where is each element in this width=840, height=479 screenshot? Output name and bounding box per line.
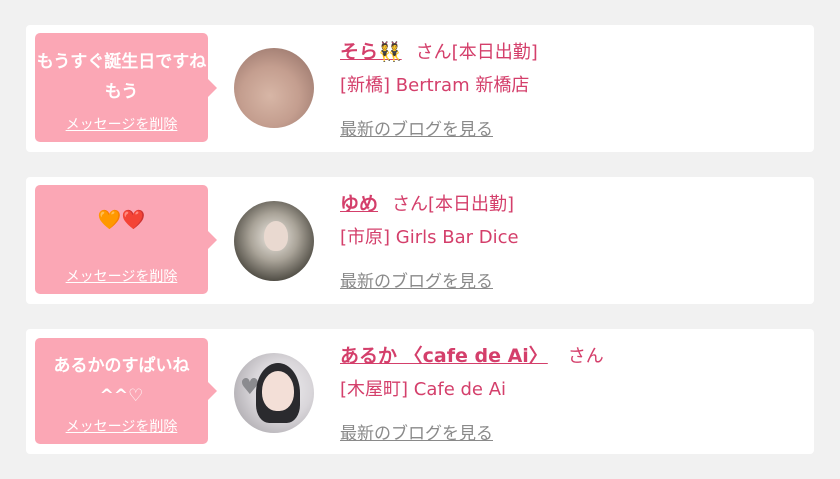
message-card: 🧡❤️ メッセージを削除 ゆめ さん[本日出勤] [市原] Girls Bar D… <box>26 177 814 304</box>
cast-name-link[interactable]: ゆめ <box>340 193 378 215</box>
latest-blog-link[interactable]: 最新のブログを見る <box>340 424 493 444</box>
cast-status: さん <box>567 346 604 367</box>
message-bubble: あるかのすぱいね^^♡ メッセージを削除 <box>35 338 217 444</box>
latest-blog-link[interactable]: 最新のブログを見る <box>340 120 493 140</box>
avatar-figure <box>264 221 288 251</box>
message-text: もうすぐ誕生日ですねもう <box>36 52 207 102</box>
delete-message-link[interactable]: メッセージを削除 <box>35 266 208 286</box>
message-text: あるかのすぱいね^^♡ <box>53 356 190 406</box>
cast-status: さん[本日出勤] <box>392 194 515 215</box>
message-bubble: 🧡❤️ メッセージを削除 <box>35 185 217 294</box>
shop-name: [市原] Girls Bar Dice <box>340 227 519 248</box>
latest-blog-link[interactable]: 最新のブログを見る <box>340 272 493 292</box>
avatar[interactable] <box>234 201 314 281</box>
avatar-face <box>262 371 294 411</box>
message-bubble: もうすぐ誕生日ですねもう メッセージを削除 <box>35 33 217 142</box>
delete-message-link[interactable]: メッセージを削除 <box>35 114 208 134</box>
shop-name: [木屋町] Cafe de Ai <box>340 379 507 400</box>
message-text: 🧡❤️ <box>97 209 146 231</box>
avatar[interactable]: ♥ <box>234 353 314 433</box>
shop-name: [新橋] Bertram 新橋店 <box>340 75 530 96</box>
delete-message-link[interactable]: メッセージを削除 <box>35 416 208 436</box>
message-card: あるかのすぱいね^^♡ メッセージを削除 ♥ あるか 〈cafe de Ai〉さ… <box>26 329 814 454</box>
cast-name-link[interactable]: あるか 〈cafe de Ai〉 <box>340 345 548 367</box>
avatar[interactable] <box>234 48 314 128</box>
cast-name-link[interactable]: そら👯 <box>340 41 402 63</box>
cast-status: さん[本日出勤] <box>415 42 538 63</box>
message-card: もうすぐ誕生日ですねもう メッセージを削除 そら👯 さん[本日出勤] [新橋] B… <box>26 25 814 152</box>
